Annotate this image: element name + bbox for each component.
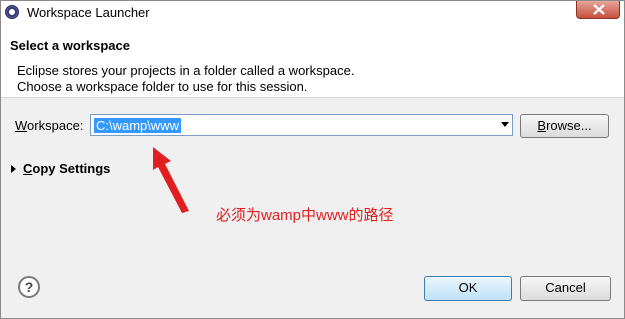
workspace-launcher-dialog: Workspace Launcher Select a workspace Ec… — [0, 0, 625, 319]
workspace-label: Workspace: — [15, 118, 83, 133]
browse-mnemonic: B — [537, 118, 547, 133]
dialog-header: Select a workspace Eclipse stores your p… — [1, 25, 624, 98]
title-bar: Workspace Launcher — [1, 1, 624, 25]
cancel-button[interactable]: Cancel — [520, 276, 611, 301]
copy-settings-label[interactable]: Copy Settings — [23, 161, 110, 176]
triangle-right-icon[interactable] — [11, 165, 16, 173]
workspace-label-rest: orkspace: — [27, 118, 84, 133]
workspace-combo[interactable]: C:\wamp\www — [90, 114, 513, 136]
description-line-1: Eclipse stores your projects in a folder… — [17, 63, 355, 78]
workspace-label-mnemonic: W — [15, 118, 28, 133]
header-description: Eclipse stores your projects in a folder… — [17, 63, 354, 95]
header-title: Select a workspace — [10, 38, 130, 53]
description-line-2: Choose a workspace folder to use for thi… — [17, 79, 308, 94]
eclipse-icon — [5, 5, 19, 19]
browse-button[interactable]: Browse... — [520, 114, 609, 138]
copy-settings-label-rest: opy Settings — [32, 161, 111, 176]
workspace-path-value[interactable]: C:\wamp\www — [94, 118, 182, 133]
browse-label-rest: rowse... — [546, 118, 592, 133]
copy-settings-mnemonic: C — [23, 161, 33, 176]
ok-button[interactable]: OK — [424, 276, 512, 301]
window-title: Workspace Launcher — [27, 5, 150, 20]
close-button[interactable] — [576, 1, 620, 19]
close-icon — [593, 4, 605, 15]
chevron-down-icon[interactable] — [501, 122, 509, 127]
help-icon[interactable]: ? — [18, 276, 40, 298]
annotation-text: 必须为wamp中www的路径 — [216, 207, 394, 224]
annotation-arrow — [153, 147, 189, 213]
